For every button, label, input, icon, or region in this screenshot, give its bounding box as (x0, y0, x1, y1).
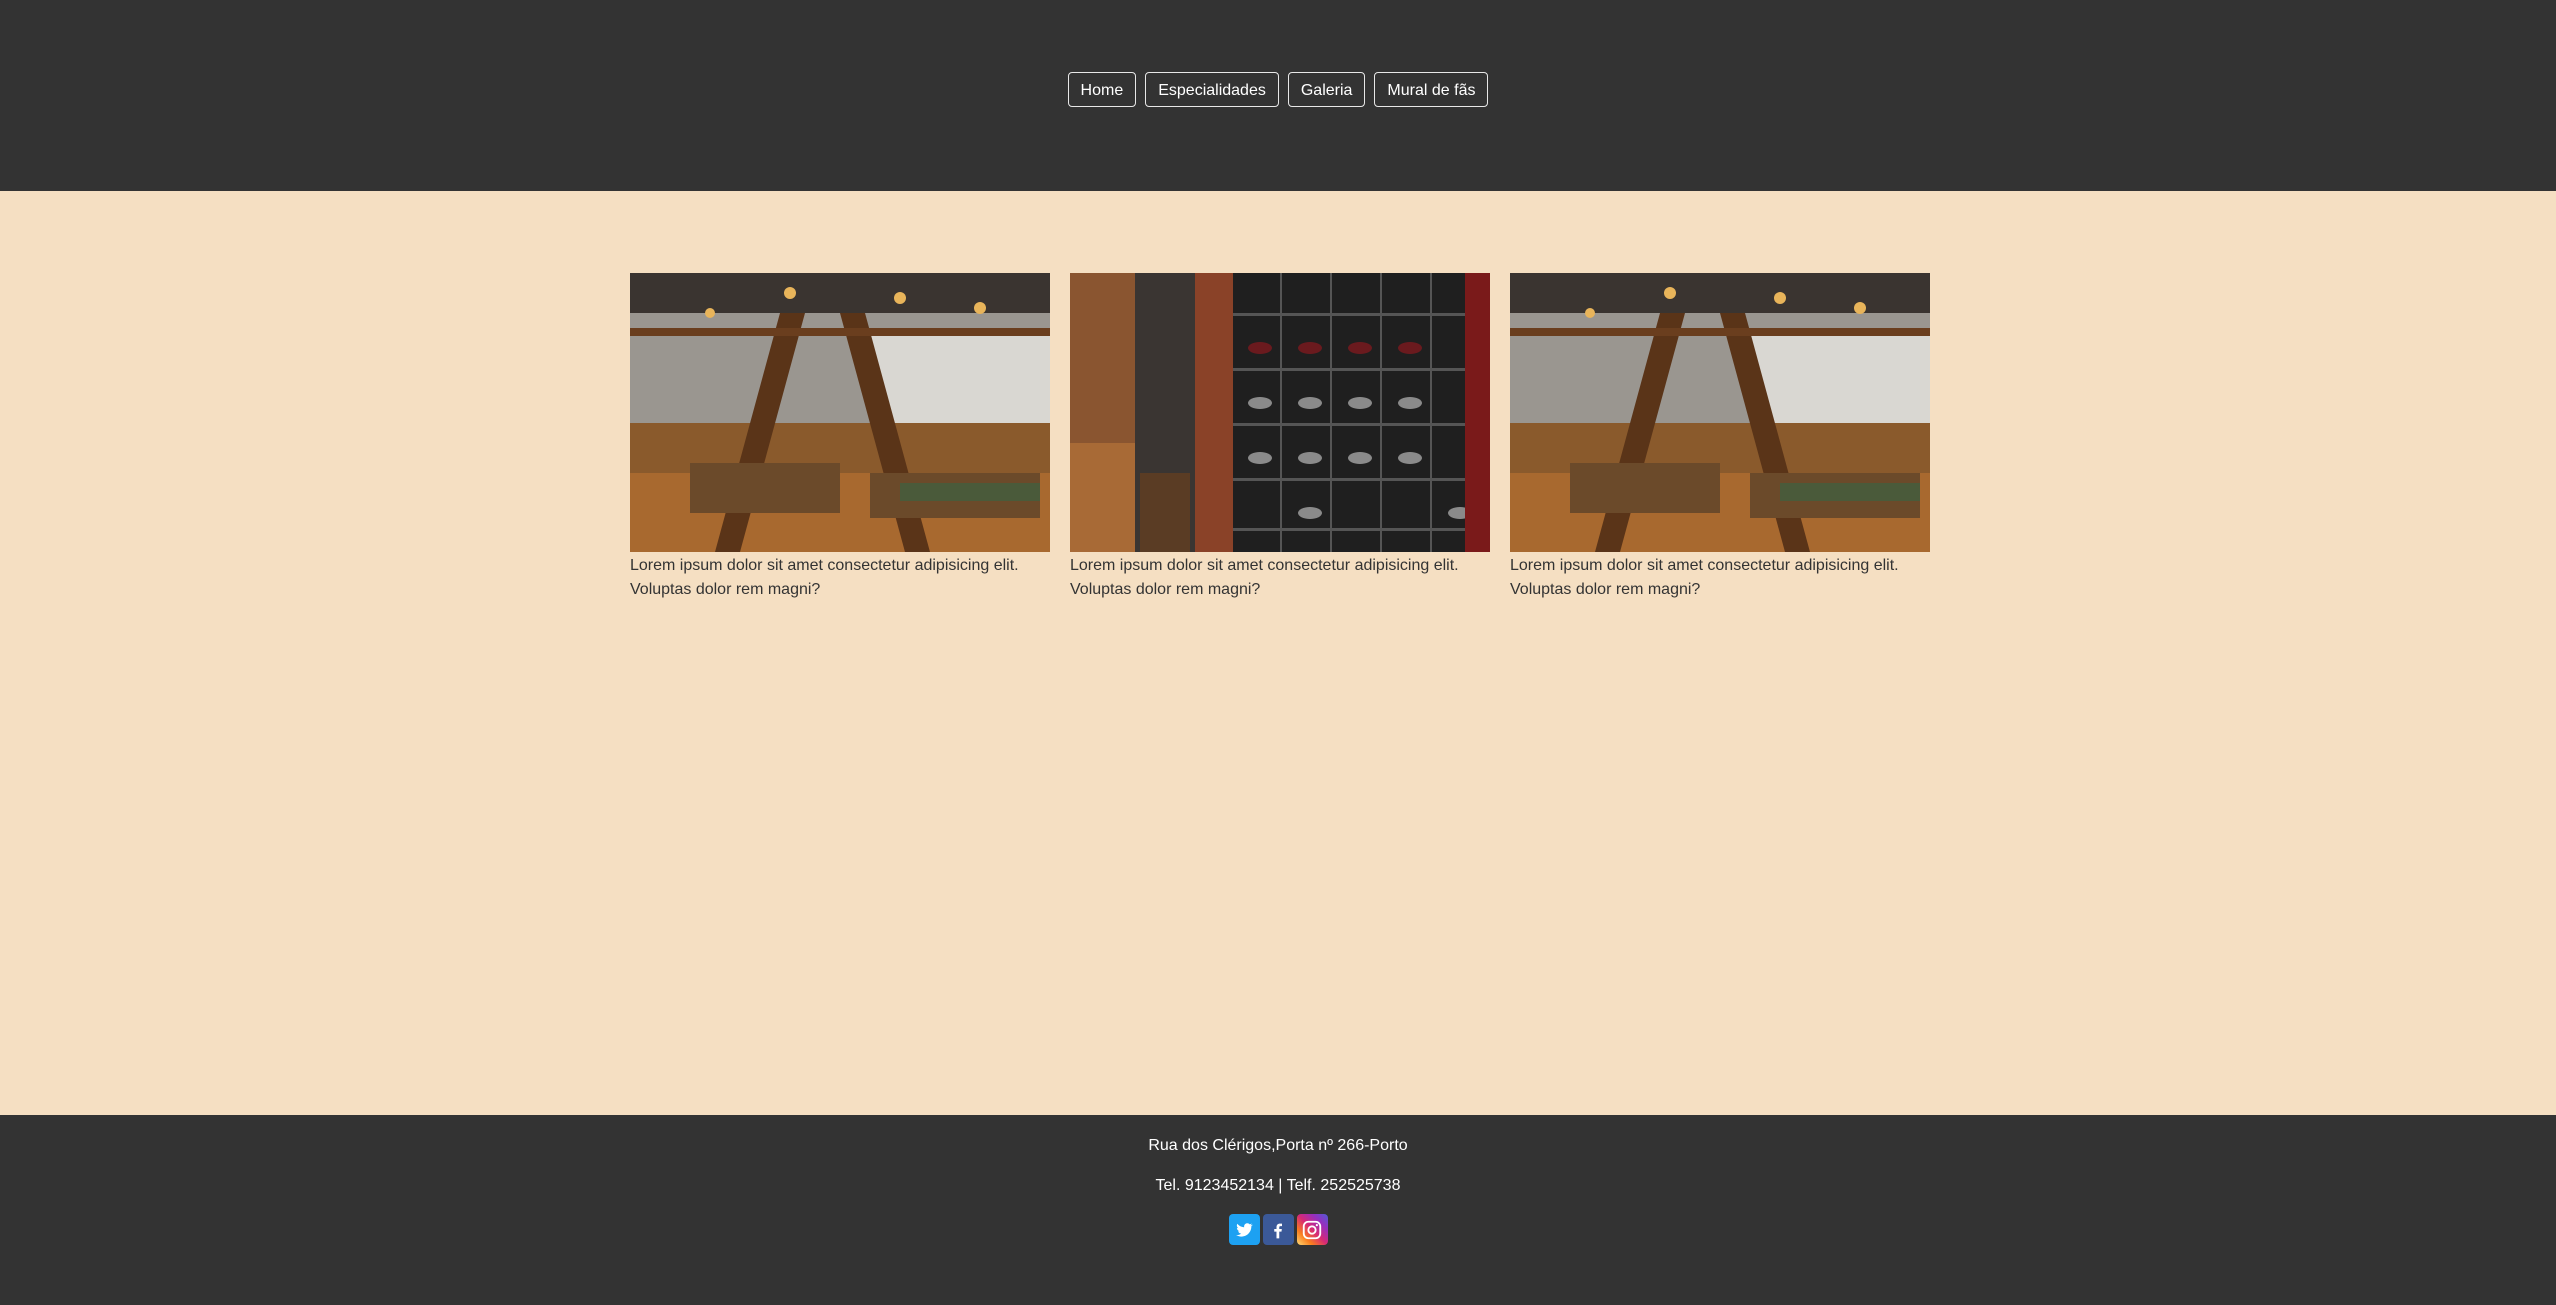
nav-home-button[interactable]: Home (1067, 72, 1137, 107)
facebook-icon[interactable] (1262, 1214, 1294, 1245)
nav-especialidades-button[interactable]: Especialidades (1145, 72, 1279, 107)
restaurant-interior-photo (1510, 273, 1930, 552)
gallery-card: Lorem ipsum dolor sit amet consectetur a… (630, 273, 1050, 602)
wine-cellar-photo (1070, 273, 1490, 552)
main-nav: Home Especialidades Galeria Mural de fãs (0, 72, 2556, 107)
footer-address: Rua dos Clérigos,Porta nº 266-Porto (1148, 1137, 1408, 1154)
social-links (0, 1214, 2556, 1245)
instagram-icon[interactable] (1296, 1214, 1328, 1245)
twitter-icon[interactable] (1228, 1214, 1260, 1245)
gallery-card: Lorem ipsum dolor sit amet consectetur a… (1070, 273, 1490, 602)
gallery-card: Lorem ipsum dolor sit amet consectetur a… (1510, 273, 1930, 602)
nav-mural-button[interactable]: Mural de fãs (1374, 72, 1489, 107)
site-footer: Rua dos Clérigos,Porta nº 266-Porto Tel.… (0, 1115, 2556, 1305)
nav-galeria-button[interactable]: Galeria (1287, 72, 1366, 107)
restaurant-interior-photo (630, 273, 1050, 552)
footer-phones: Tel. 9123452134 | Telf. 252525738 (1155, 1177, 1401, 1194)
gallery-section: Lorem ipsum dolor sit amet consectetur a… (0, 191, 2556, 1115)
site-header: Home Especialidades Galeria Mural de fãs (0, 0, 2556, 191)
gallery-caption: Lorem ipsum dolor sit amet consectetur a… (630, 557, 1019, 598)
gallery-caption: Lorem ipsum dolor sit amet consectetur a… (1070, 557, 1459, 598)
gallery-caption: Lorem ipsum dolor sit amet consectetur a… (1510, 557, 1899, 598)
